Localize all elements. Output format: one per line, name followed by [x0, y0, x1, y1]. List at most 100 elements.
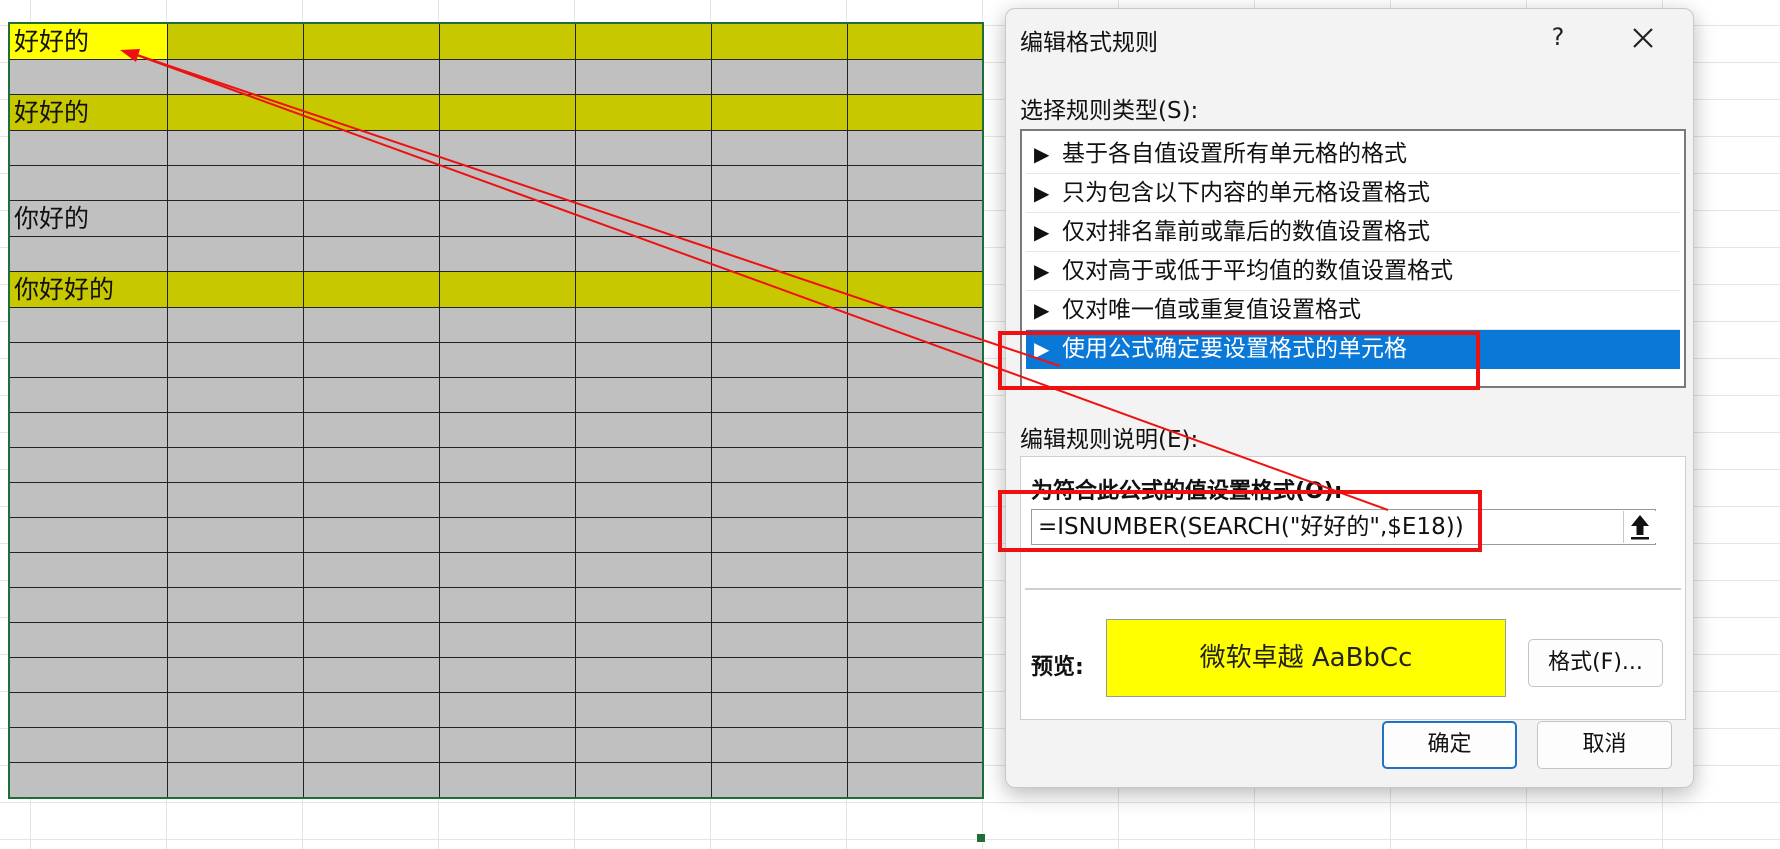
sheet-cell[interactable] [166, 130, 304, 166]
sheet-cell[interactable] [166, 271, 304, 308]
sheet-cell[interactable] [166, 517, 304, 553]
sheet-cell[interactable] [846, 94, 984, 131]
sheet-cell[interactable] [8, 727, 168, 763]
sheet-cell[interactable] [302, 657, 440, 693]
sheet-cell[interactable] [438, 657, 576, 693]
sheet-cell[interactable] [438, 377, 576, 413]
sheet-cell[interactable] [166, 482, 304, 518]
sheet-cell[interactable] [8, 165, 168, 201]
sheet-cell[interactable] [710, 94, 848, 131]
sheet-cell[interactable] [8, 342, 168, 378]
sheet-cell[interactable] [302, 447, 440, 483]
sheet-cell[interactable] [846, 762, 984, 798]
sheet-cell[interactable] [846, 22, 984, 60]
sheet-cell[interactable] [710, 587, 848, 623]
sheet-cell[interactable] [846, 307, 984, 343]
sheet-cell[interactable] [574, 130, 712, 166]
sheet-cell[interactable] [438, 94, 576, 131]
cancel-button[interactable]: 取消 [1537, 721, 1672, 769]
sheet-cell[interactable] [574, 165, 712, 201]
format-button[interactable]: 格式(F)... [1528, 639, 1663, 687]
sheet-cell[interactable] [574, 727, 712, 763]
sheet-cell[interactable] [302, 587, 440, 623]
sheet-cell[interactable] [438, 587, 576, 623]
sheet-cell[interactable] [846, 447, 984, 483]
sheet-cell[interactable] [710, 22, 848, 60]
sheet-cell[interactable] [166, 622, 304, 658]
sheet-cell[interactable] [302, 727, 440, 763]
sheet-cell[interactable] [710, 236, 848, 272]
rule-type-item[interactable]: ▶ 仅对高于或低于平均值的数值设置格式 [1026, 252, 1680, 291]
sheet-cell[interactable] [8, 762, 168, 798]
rule-type-item[interactable]: ▶ 基于各自值设置所有单元格的格式 [1026, 135, 1680, 174]
sheet-cell[interactable] [710, 59, 848, 95]
sheet-cell[interactable] [574, 657, 712, 693]
sheet-cell[interactable] [166, 200, 304, 237]
sheet-cell[interactable] [438, 271, 576, 308]
sheet-cell[interactable] [166, 552, 304, 588]
sheet-cell[interactable]: 你好的 [8, 200, 168, 237]
sheet-cell[interactable] [302, 517, 440, 553]
sheet-cell[interactable] [166, 307, 304, 343]
rule-type-item[interactable]: ▶ 只为包含以下内容的单元格设置格式 [1026, 174, 1680, 213]
sheet-cell[interactable] [438, 342, 576, 378]
sheet-cell[interactable] [302, 622, 440, 658]
sheet-cell[interactable] [710, 692, 848, 728]
sheet-cell[interactable] [846, 271, 984, 308]
sheet-cell[interactable] [710, 482, 848, 518]
sheet-cell[interactable] [302, 482, 440, 518]
rule-type-item[interactable]: ▶ 仅对排名靠前或靠后的数值设置格式 [1026, 213, 1680, 252]
sheet-cell[interactable] [846, 236, 984, 272]
sheet-cell[interactable] [710, 165, 848, 201]
sheet-cell[interactable] [710, 271, 848, 308]
sheet-cell[interactable] [8, 412, 168, 448]
sheet-cell[interactable] [8, 587, 168, 623]
sheet-cell[interactable] [166, 587, 304, 623]
sheet-cell[interactable] [438, 517, 576, 553]
sheet-cell[interactable] [166, 59, 304, 95]
sheet-cell[interactable] [574, 622, 712, 658]
sheet-cell[interactable] [302, 236, 440, 272]
sheet-cell[interactable] [710, 447, 848, 483]
sheet-cell[interactable] [710, 762, 848, 798]
sheet-cell[interactable] [710, 622, 848, 658]
sheet-cell[interactable] [846, 165, 984, 201]
sheet-cell[interactable] [710, 377, 848, 413]
rule-type-item[interactable]: ▶ 仅对唯一值或重复值设置格式 [1026, 291, 1680, 330]
sheet-cell[interactable] [8, 447, 168, 483]
sheet-cell[interactable] [846, 342, 984, 378]
sheet-cell[interactable] [710, 307, 848, 343]
sheet-cell[interactable] [8, 622, 168, 658]
sheet-cell[interactable] [302, 552, 440, 588]
sheet-cell[interactable] [166, 342, 304, 378]
sheet-cell[interactable] [574, 552, 712, 588]
sheet-cell[interactable] [166, 692, 304, 728]
sheet-cell[interactable] [710, 342, 848, 378]
sheet-cell[interactable] [8, 552, 168, 588]
sheet-cell[interactable] [574, 200, 712, 237]
sheet-cell[interactable] [710, 552, 848, 588]
sheet-cell[interactable] [438, 307, 576, 343]
sheet-cell[interactable] [8, 482, 168, 518]
sheet-cell[interactable] [438, 622, 576, 658]
help-button[interactable]: ? [1543, 23, 1573, 51]
sheet-cell[interactable] [574, 447, 712, 483]
sheet-cell[interactable] [166, 236, 304, 272]
sheet-cell[interactable] [438, 447, 576, 483]
sheet-cell[interactable] [710, 412, 848, 448]
sheet-cell[interactable] [710, 727, 848, 763]
sheet-cell[interactable] [302, 377, 440, 413]
sheet-cell[interactable] [574, 236, 712, 272]
sheet-cell[interactable] [438, 200, 576, 237]
close-button[interactable] [1628, 23, 1658, 53]
sheet-cell[interactable] [574, 517, 712, 553]
sheet-cell[interactable] [846, 412, 984, 448]
sheet-cell[interactable] [302, 412, 440, 448]
sheet-cell[interactable] [438, 482, 576, 518]
sheet-cell[interactable] [846, 200, 984, 237]
sheet-cell[interactable] [8, 130, 168, 166]
sheet-cell[interactable] [438, 22, 576, 60]
sheet-cell[interactable] [846, 552, 984, 588]
sheet-cell[interactable] [438, 165, 576, 201]
sheet-cell[interactable] [8, 377, 168, 413]
